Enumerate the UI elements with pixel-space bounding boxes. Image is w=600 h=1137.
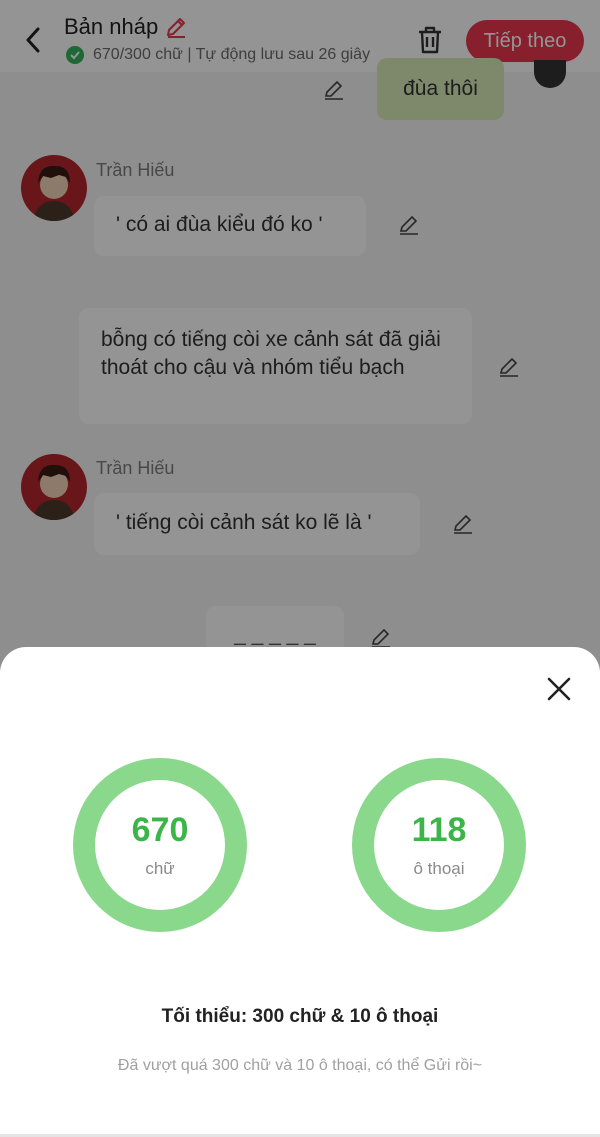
word-count-label: chữ	[145, 859, 175, 878]
close-button[interactable]	[542, 672, 576, 706]
word-count-value: 670	[131, 811, 189, 849]
close-icon	[547, 677, 571, 701]
dialog-count-label: ô thoại	[413, 859, 465, 878]
dialog-count-ring: 118 ô thoại	[352, 758, 526, 932]
hint-text: Đã vượt quá 300 chữ và 10 ô thoại, có th…	[117, 1057, 483, 1074]
word-count-ring: 670 chữ	[73, 758, 247, 932]
minimum-requirement: Tối thiểu: 300 chữ & 10 ô thoại	[161, 1006, 439, 1027]
dialog-count-value: 118	[411, 811, 467, 849]
